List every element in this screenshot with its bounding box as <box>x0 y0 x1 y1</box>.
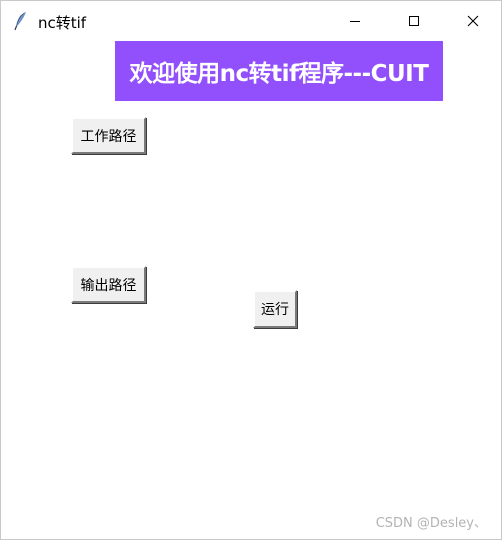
watermark: CSDN @Desley、 <box>375 516 487 531</box>
window-title: nc转tif <box>38 14 87 32</box>
work-path-button[interactable]: 工作路径 <box>71 117 146 154</box>
app-window: nc转tif 欢迎使用nc转tif程序---CUIT 工作路径 输出路径 运行 … <box>0 0 502 540</box>
maximize-icon <box>408 15 420 27</box>
minimize-button[interactable] <box>332 1 378 41</box>
main-content: 欢迎使用nc转tif程序---CUIT 工作路径 输出路径 运行 CSDN @D… <box>1 41 501 539</box>
close-icon <box>467 15 479 27</box>
run-button[interactable]: 运行 <box>253 290 297 328</box>
welcome-banner: 欢迎使用nc转tif程序---CUIT <box>115 41 443 101</box>
close-button[interactable] <box>450 1 496 41</box>
maximize-button[interactable] <box>391 1 437 41</box>
feather-icon <box>13 11 29 31</box>
output-path-button[interactable]: 输出路径 <box>71 266 146 303</box>
minimize-icon <box>349 15 361 27</box>
title-bar[interactable]: nc转tif <box>1 1 501 41</box>
